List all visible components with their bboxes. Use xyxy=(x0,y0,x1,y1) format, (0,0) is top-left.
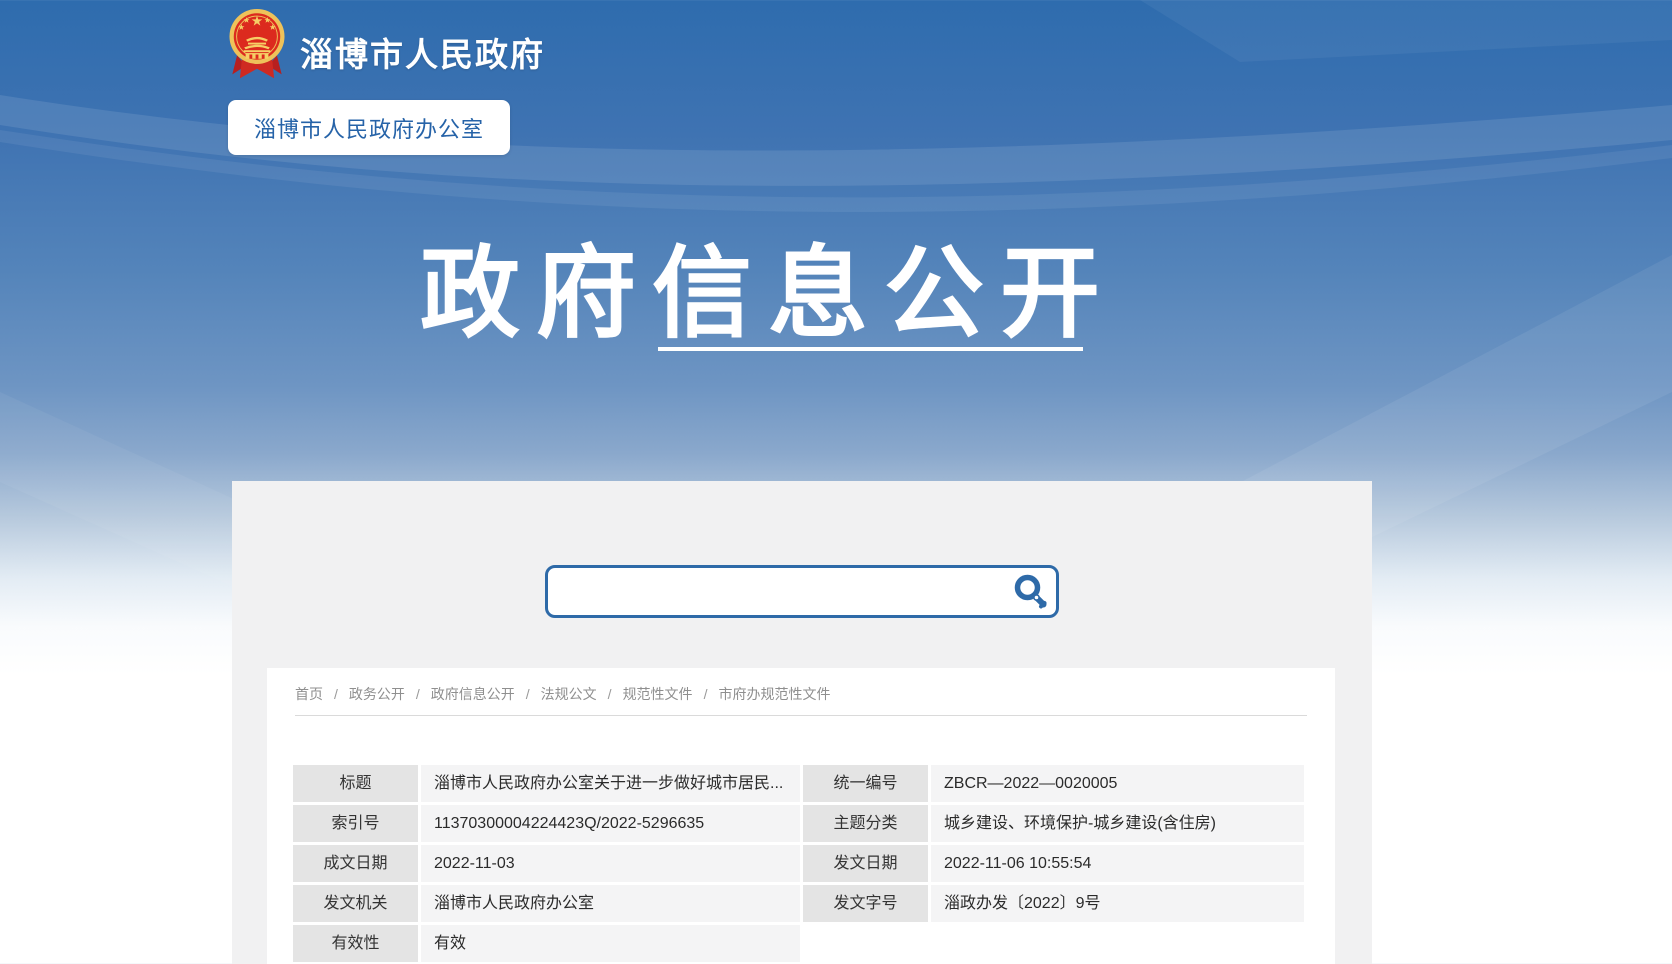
page: 淄博市人民政府 淄博市人民政府办公室 政府信息公开 首页 / xyxy=(0,0,1672,964)
search-icon xyxy=(1010,572,1050,612)
table-row-issuing-agency: 发文机关 淄博市人民政府办公室 xyxy=(293,885,800,922)
search-button[interactable] xyxy=(1010,568,1056,615)
site-brand: 淄博市人民政府 xyxy=(228,8,545,82)
table-row-title: 标题 淄博市人民政府办公室关于进一步做好城市居民... xyxy=(293,765,800,802)
page-title: 政府信息公开 xyxy=(420,212,1115,357)
breadcrumb-divider xyxy=(295,715,1307,716)
breadcrumb-item-guifanxing[interactable]: 规范性文件 xyxy=(623,684,693,704)
national-emblem-icon xyxy=(228,8,286,82)
row-value: 淄博市人民政府办公室关于进一步做好城市居民... xyxy=(421,765,800,802)
row-label: 有效性 xyxy=(293,925,418,962)
table-row-index-number: 索引号 11370300004224423Q/2022-5296635 xyxy=(293,805,800,842)
breadcrumb: 首页 / 政务公开 / 政府信息公开 / 法规公文 / 规范性文件 / 市府办规… xyxy=(295,684,1307,704)
table-row-validity: 有效性 有效 xyxy=(293,925,800,962)
row-label: 发文字号 xyxy=(803,885,928,922)
breadcrumb-item-home[interactable]: 首页 xyxy=(295,684,323,704)
row-value: ZBCR—2022—0020005 xyxy=(931,765,1304,802)
row-value: 淄博市人民政府办公室 xyxy=(421,885,800,922)
row-value: 2022-11-03 xyxy=(421,845,800,882)
table-row-unified-number: 统一编号 ZBCR—2022—0020005 xyxy=(803,765,1304,802)
row-label: 主题分类 xyxy=(803,805,928,842)
document-card: 首页 / 政务公开 / 政府信息公开 / 法规公文 / 规范性文件 / 市府办规… xyxy=(267,668,1335,964)
breadcrumb-separator: / xyxy=(704,686,708,702)
breadcrumb-item-shifuban[interactable]: 市府办规范性文件 xyxy=(718,684,830,704)
breadcrumb-separator: / xyxy=(416,686,420,702)
title-underline xyxy=(658,347,1083,351)
table-row-issue-date: 发文日期 2022-11-06 10:55:54 xyxy=(803,845,1304,882)
breadcrumb-separator: / xyxy=(608,686,612,702)
row-label: 统一编号 xyxy=(803,765,928,802)
doc-info-right-column: 统一编号 ZBCR—2022—0020005 主题分类 城乡建设、环境保护-城乡… xyxy=(803,765,1304,925)
row-label: 成文日期 xyxy=(293,845,418,882)
row-label: 发文日期 xyxy=(803,845,928,882)
table-row-subject-category: 主题分类 城乡建设、环境保护-城乡建设(含住房) xyxy=(803,805,1304,842)
breadcrumb-item-zhengwu[interactable]: 政务公开 xyxy=(349,684,405,704)
search-input[interactable] xyxy=(548,568,1010,615)
breadcrumb-item-fagui[interactable]: 法规公文 xyxy=(541,684,597,704)
search-box xyxy=(545,565,1059,618)
breadcrumb-separator: / xyxy=(526,686,530,702)
table-row-document-number: 发文字号 淄政办发〔2022〕9号 xyxy=(803,885,1304,922)
row-value: 城乡建设、环境保护-城乡建设(含住房) xyxy=(931,805,1304,842)
table-row-written-date: 成文日期 2022-11-03 xyxy=(293,845,800,882)
breadcrumb-separator: / xyxy=(334,686,338,702)
row-value: 11370300004224423Q/2022-5296635 xyxy=(421,805,800,842)
row-label: 索引号 xyxy=(293,805,418,842)
row-value: 2022-11-06 10:55:54 xyxy=(931,845,1304,882)
breadcrumb-item-xinxi[interactable]: 政府信息公开 xyxy=(431,684,515,704)
content-panel: 首页 / 政务公开 / 政府信息公开 / 法规公文 / 规范性文件 / 市府办规… xyxy=(232,481,1372,964)
site-name: 淄博市人民政府 xyxy=(300,28,545,76)
row-value: 有效 xyxy=(421,925,800,962)
doc-info-left-column: 标题 淄博市人民政府办公室关于进一步做好城市居民... 索引号 11370300… xyxy=(293,765,800,964)
row-label: 标题 xyxy=(293,765,418,802)
office-badge-label: 淄博市人民政府办公室 xyxy=(254,112,484,144)
row-value: 淄政办发〔2022〕9号 xyxy=(931,885,1304,922)
row-label: 发文机关 xyxy=(293,885,418,922)
office-badge[interactable]: 淄博市人民政府办公室 xyxy=(228,100,510,155)
